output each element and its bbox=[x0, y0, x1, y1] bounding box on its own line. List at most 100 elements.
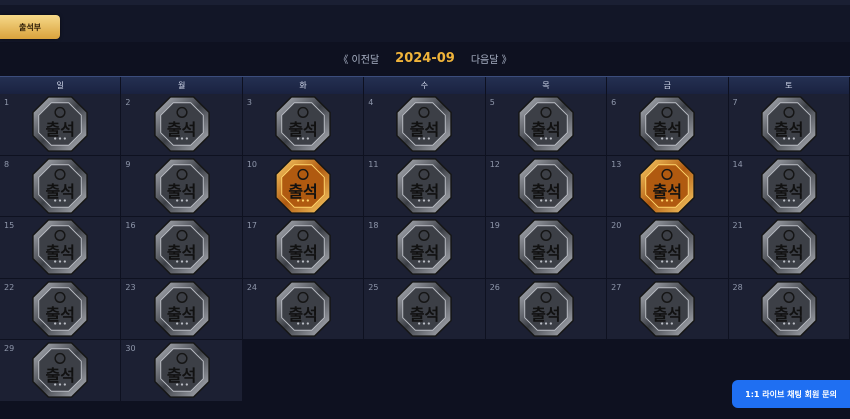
attendance-stamp: 출석 bbox=[153, 95, 211, 153]
calendar-day-cell[interactable]: 11 출석 bbox=[364, 155, 486, 217]
weekday-label: 목 bbox=[486, 77, 608, 95]
day-number: 21 bbox=[732, 221, 743, 230]
weekday-label: 월 bbox=[121, 77, 243, 95]
calendar-day-cell[interactable]: 28 출석 bbox=[728, 278, 850, 340]
attendance-tab-button[interactable]: 출석부 bbox=[0, 15, 60, 39]
stamp-label: 출석 bbox=[166, 304, 197, 324]
calendar-day-cell[interactable]: 5 출석 bbox=[485, 94, 608, 156]
day-number: 20 bbox=[611, 221, 622, 230]
stamp-label: 출석 bbox=[774, 120, 804, 140]
attendance-stamp: 출석 bbox=[517, 218, 575, 276]
attendance-stamp: 출석 bbox=[153, 341, 211, 399]
stamp-label: 출석 bbox=[166, 120, 197, 140]
calendar-day-cell[interactable]: 17 출석 bbox=[242, 217, 365, 279]
weekday-label: 수 bbox=[364, 77, 486, 95]
calendar-day-cell[interactable]: 15 출석 bbox=[0, 217, 122, 279]
day-number: 16 bbox=[125, 221, 136, 230]
calendar-day-cell[interactable]: 16 출석 bbox=[121, 217, 243, 279]
day-number: 7 bbox=[732, 98, 738, 107]
calendar-day-cell[interactable]: 1 출석 bbox=[0, 94, 122, 156]
stamp-label: 출석 bbox=[409, 243, 440, 263]
calendar-day-cell[interactable]: 20 출석 bbox=[607, 217, 729, 279]
stamp-label: 출석 bbox=[652, 120, 683, 140]
attendance-stamp: 출석 bbox=[395, 218, 453, 276]
day-number: 4 bbox=[368, 98, 374, 107]
calendar-day-cell[interactable]: 2 출석 bbox=[121, 94, 243, 156]
calendar-day-cell[interactable]: 7 출석 bbox=[728, 94, 850, 156]
attendance-stamp: 출석 bbox=[760, 95, 818, 153]
attendance-stamp: 출석 bbox=[31, 218, 89, 276]
calendar-day-cell[interactable]: 12 출석 bbox=[485, 155, 608, 217]
current-month: 2024-09 bbox=[395, 50, 455, 66]
next-month-link[interactable]: 다음달 》 bbox=[471, 51, 512, 66]
day-number: 27 bbox=[611, 282, 622, 292]
day-number: 29 bbox=[4, 344, 15, 353]
day-number: 30 bbox=[125, 344, 136, 353]
day-number: 2 bbox=[125, 98, 131, 107]
stamp-label: 출석 bbox=[531, 181, 561, 201]
attendance-stamp: 출석 bbox=[638, 280, 696, 338]
calendar-day-cell[interactable]: 13 출석 bbox=[607, 155, 729, 217]
attendance-stamp: 출석 bbox=[274, 95, 332, 153]
calendar-day-cell[interactable]: 22 출석 bbox=[0, 278, 122, 340]
day-number: 10 bbox=[246, 159, 258, 169]
calendar-grid: 1 출석 2 출석 3 출석 4 출석 5 출석 6 출석 7 출석 8 출석 … bbox=[0, 94, 850, 402]
calendar-day-cell[interactable]: 6 출석 bbox=[607, 94, 729, 156]
stamp-label: 출석 bbox=[652, 243, 683, 263]
empty-cell bbox=[243, 340, 364, 402]
day-number: 28 bbox=[732, 282, 743, 292]
attendance-stamp: 출석 bbox=[31, 341, 89, 399]
stamp-label: 출석 bbox=[45, 120, 75, 140]
calendar-day-cell[interactable]: 27 출석 bbox=[607, 278, 729, 340]
attendance-stamp: 출석 bbox=[31, 157, 89, 215]
calendar-day-cell[interactable]: 29 출석 bbox=[0, 340, 122, 402]
day-number: 23 bbox=[125, 282, 136, 292]
calendar-day-cell[interactable]: 30 출석 bbox=[121, 340, 243, 402]
calendar-day-cell[interactable]: 25 출석 bbox=[364, 278, 486, 340]
stamp-label: 출석 bbox=[45, 304, 75, 324]
calendar-day-cell[interactable]: 4 출석 bbox=[364, 94, 486, 156]
empty-cell bbox=[607, 340, 728, 402]
attendance-stamp: 출석 bbox=[395, 280, 453, 338]
month-navigation: 《 이전달 2024-09 다음달 》 bbox=[0, 42, 850, 74]
stamp-label: 출석 bbox=[45, 366, 75, 386]
attendance-stamp: 출석 bbox=[274, 218, 332, 276]
day-number: 24 bbox=[246, 282, 258, 292]
calendar-day-cell[interactable]: 26 출석 bbox=[485, 278, 608, 340]
calendar-day-cell[interactable]: 14 출석 bbox=[728, 155, 850, 217]
calendar-day-cell[interactable]: 24 출석 bbox=[242, 278, 365, 340]
empty-cell bbox=[364, 340, 485, 402]
day-number: 1 bbox=[4, 98, 10, 107]
calendar-day-cell[interactable]: 21 출석 bbox=[728, 217, 850, 279]
day-number: 18 bbox=[368, 221, 379, 230]
calendar-day-cell[interactable]: 10 출석 bbox=[242, 155, 365, 217]
day-number: 3 bbox=[246, 98, 252, 107]
weekday-label: 일 bbox=[0, 77, 122, 95]
stamp-label: 출석 bbox=[288, 304, 318, 324]
weekday-header: 일 월 화 수 목 금 토 bbox=[0, 76, 850, 95]
calendar-day-cell[interactable]: 9 출석 bbox=[121, 155, 243, 217]
attendance-stamp: 출석 bbox=[517, 157, 575, 215]
stamp-label: 출석 bbox=[288, 120, 318, 140]
day-number: 17 bbox=[246, 221, 258, 230]
day-number: 25 bbox=[368, 282, 379, 292]
calendar-day-cell[interactable]: 18 출석 bbox=[364, 217, 486, 279]
empty-cell bbox=[486, 340, 607, 402]
stamp-label: 출석 bbox=[409, 181, 440, 201]
attendance-stamp: 출석 bbox=[638, 218, 696, 276]
live-chat-button[interactable]: 1:1 라이브 채팅 회원 문의 bbox=[732, 380, 850, 408]
day-number: 11 bbox=[368, 159, 379, 169]
day-number: 5 bbox=[489, 98, 495, 107]
stamp-label: 출석 bbox=[774, 243, 804, 263]
calendar-day-cell[interactable]: 23 출석 bbox=[121, 278, 243, 340]
attendance-stamp: 출석 bbox=[760, 218, 818, 276]
calendar-day-cell[interactable]: 3 출석 bbox=[242, 94, 365, 156]
attendance-stamp: 출석 bbox=[517, 280, 575, 338]
calendar-day-cell[interactable]: 8 출석 bbox=[0, 155, 122, 217]
attendance-stamp: 출석 bbox=[153, 157, 211, 215]
day-number: 12 bbox=[489, 159, 500, 169]
attendance-stamp: 출석 bbox=[517, 95, 575, 153]
calendar-day-cell[interactable]: 19 출석 bbox=[485, 217, 608, 279]
attendance-stamp: 출석 bbox=[31, 95, 89, 153]
prev-month-link[interactable]: 《 이전달 bbox=[338, 51, 379, 66]
